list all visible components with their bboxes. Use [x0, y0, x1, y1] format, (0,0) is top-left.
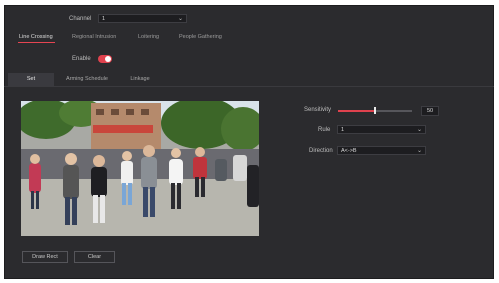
subtab-arming-schedule[interactable]: Arming Schedule: [58, 73, 116, 86]
rule-value: 1: [341, 127, 345, 133]
tab-line-crossing[interactable]: Line Crossing: [19, 34, 53, 40]
tab-loitering[interactable]: Loitering: [138, 34, 159, 40]
channel-select[interactable]: 1 ⌄: [98, 14, 187, 23]
sensitivity-label: Sensitivity: [304, 107, 332, 113]
active-tab-indicator: [18, 42, 55, 43]
tab-regional-intrusion[interactable]: Regional Intrusion: [72, 34, 116, 40]
camera-feed-image: [21, 101, 259, 236]
direction-label: Direction: [309, 148, 333, 154]
draw-rect-button[interactable]: Draw Rect: [22, 251, 68, 263]
sensitivity-slider-handle[interactable]: [374, 107, 376, 114]
direction-value: A<->B: [341, 148, 357, 154]
chevron-down-icon: ⌄: [416, 127, 422, 133]
sensitivity-value-box[interactable]: 50: [421, 106, 439, 116]
channel-label: Channel: [69, 16, 92, 22]
chevron-down-icon: ⌄: [177, 16, 183, 22]
channel-value: 1: [102, 16, 106, 22]
rule-label: Rule: [318, 127, 331, 133]
rule-select[interactable]: 1 ⌄: [337, 125, 426, 134]
tab-people-gathering[interactable]: People Gathering: [179, 34, 222, 40]
subtab-linkage[interactable]: Linkage: [120, 73, 160, 86]
direction-select[interactable]: A<->B ⌄: [337, 146, 426, 155]
enable-label: Enable: [72, 56, 91, 62]
subtab-bar: Set Arming Schedule Linkage: [4, 73, 494, 87]
enable-toggle[interactable]: [98, 55, 112, 63]
toggle-knob: [105, 56, 111, 62]
sensitivity-slider-fill: [338, 110, 375, 112]
clear-button[interactable]: Clear: [74, 251, 115, 263]
subtab-set[interactable]: Set: [8, 73, 54, 86]
video-preview[interactable]: [21, 101, 259, 236]
chevron-down-icon: ⌄: [416, 148, 422, 154]
